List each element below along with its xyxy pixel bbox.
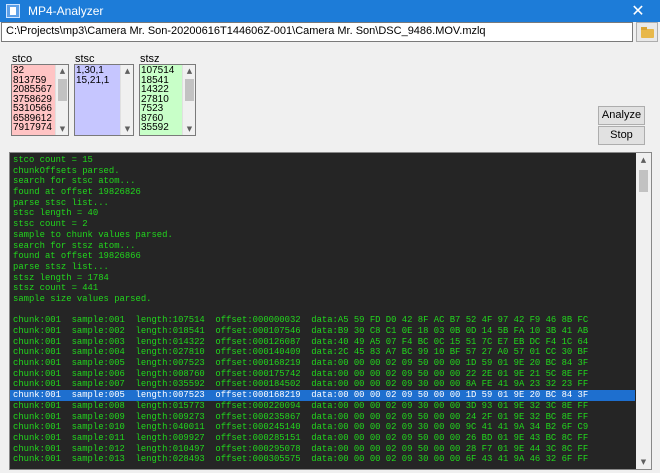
console-line[interactable]: chunk:001 sample:006 length:008760 offse… <box>13 369 635 380</box>
window-title: MP4-Analyzer <box>28 4 104 18</box>
console-line[interactable]: chunk:001 sample:007 length:035592 offse… <box>13 379 635 390</box>
console-line[interactable]: sample size values parsed. <box>13 294 635 305</box>
console-line[interactable]: chunk:001 sample:012 length:010497 offse… <box>13 444 635 455</box>
console-line[interactable]: found at offset 19826826 <box>13 187 635 198</box>
console-line[interactable]: stsz count = 441 <box>13 283 635 294</box>
stco-scrollbar[interactable]: ▲ ▼ <box>55 65 68 135</box>
analyze-button[interactable]: Analyze <box>598 106 645 125</box>
stsc-items: 1,30,1 15,21,1 <box>76 66 119 85</box>
scroll-up-icon[interactable]: ▲ <box>183 65 195 77</box>
stop-button[interactable]: Stop <box>598 126 645 145</box>
console-line[interactable]: found at offset 19826866 <box>13 251 635 262</box>
console-line[interactable]: stsc count = 2 <box>13 219 635 230</box>
console-line[interactable]: chunk:001 sample:003 length:014322 offse… <box>13 337 635 348</box>
scroll-down-icon[interactable]: ▼ <box>121 123 133 135</box>
scroll-down-icon[interactable]: ▼ <box>183 123 195 135</box>
console-line[interactable]: chunk:001 sample:013 length:028493 offse… <box>13 454 635 465</box>
console-line[interactable]: chunk:001 sample:004 length:027810 offse… <box>13 347 635 358</box>
browse-button[interactable] <box>636 22 658 42</box>
scroll-down-icon[interactable]: ▼ <box>636 455 651 469</box>
title-bar: MP4-Analyzer ✕ <box>0 0 660 22</box>
stco-items: 32 813759 2085567 3758629 5310566 6589612 7917… <box>13 66 54 133</box>
console-line[interactable]: chunk:001 sample:009 length:009273 offse… <box>13 412 635 423</box>
stco-listbox[interactable]: 32 813759 2085567 3758629 5310566 6589612 7917… <box>11 64 69 136</box>
stsc-listbox[interactable]: 1,30,1 15,21,1 ▲ ▼ <box>74 64 134 136</box>
console-line[interactable]: chunk:001 sample:002 length:018541 offse… <box>13 326 635 337</box>
console-line[interactable]: chunk:001 sample:001 length:107514 offse… <box>13 315 635 326</box>
scroll-up-icon[interactable]: ▲ <box>636 153 651 167</box>
console-line[interactable]: search for stsc atom... <box>13 176 635 187</box>
stsz-scrollbar[interactable]: ▲ ▼ <box>182 65 195 135</box>
console-line[interactable]: sample to chunk values parsed. <box>13 230 635 241</box>
console-line[interactable]: search for stsz atom... <box>13 241 635 252</box>
file-path-input[interactable]: C:\Projects\mp3\Camera Mr. Son-20200616T… <box>1 22 633 42</box>
scroll-up-icon[interactable]: ▲ <box>56 65 68 77</box>
scroll-up-icon[interactable]: ▲ <box>121 65 133 77</box>
output-console[interactable]: stco count = 15 chunkOffsets parsed. searc… <box>9 152 652 470</box>
list-item[interactable]: 35592 <box>141 123 181 133</box>
scroll-thumb[interactable] <box>58 79 67 101</box>
folder-icon <box>641 27 654 38</box>
stsz-listbox[interactable]: 107514 18541 14322 27810 7523 8760 35592 ▲ ▼ <box>139 64 196 136</box>
console-line[interactable]: stco count = 15 <box>13 155 635 166</box>
console-line[interactable]: stsz length = 1784 <box>13 273 635 284</box>
list-item[interactable]: 7917974 <box>13 123 54 133</box>
console-line[interactable]: chunk:001 sample:010 length:040011 offse… <box>13 422 635 433</box>
console-line[interactable]: chunk:001 sample:005 length:007523 offse… <box>13 358 635 369</box>
console-line[interactable]: chunk:001 sample:011 length:009927 offse… <box>13 433 635 444</box>
console-line[interactable]: chunkOffsets parsed. <box>13 166 635 177</box>
stsc-scrollbar[interactable]: ▲ ▼ <box>120 65 133 135</box>
app-icon <box>6 4 20 18</box>
console-line-selected[interactable]: chunk:001 sample:005 length:007523 offse… <box>10 390 635 401</box>
console-line[interactable]: stsc length = 40 <box>13 208 635 219</box>
console-log: stco count = 15 chunkOffsets parsed. searc… <box>10 155 635 465</box>
console-line[interactable]: parse stsz list... <box>13 262 635 273</box>
scroll-thumb[interactable] <box>639 170 648 192</box>
console-scrollbar[interactable]: ▲ ▼ <box>636 153 651 469</box>
console-line[interactable] <box>13 305 635 316</box>
console-line[interactable]: parse stsc list... <box>13 198 635 209</box>
close-icon[interactable]: ✕ <box>616 0 660 22</box>
list-item[interactable]: 15,21,1 <box>76 75 119 86</box>
console-line[interactable]: chunk:001 sample:008 length:015773 offse… <box>13 401 635 412</box>
scroll-down-icon[interactable]: ▼ <box>56 123 68 135</box>
scroll-thumb[interactable] <box>185 79 194 101</box>
stsz-items: 107514 18541 14322 27810 7523 8760 35592 <box>141 66 181 133</box>
